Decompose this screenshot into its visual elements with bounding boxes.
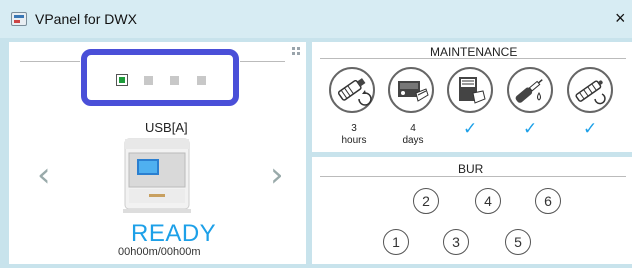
air-hose-icon[interactable] [567, 67, 613, 113]
window-title: VPanel for DWX [35, 11, 137, 27]
maintenance-value: 4 [410, 123, 416, 134]
bur-title: BUR [458, 162, 484, 176]
divider [320, 176, 626, 177]
divider [240, 61, 285, 62]
device-slot-3[interactable] [170, 76, 179, 85]
close-button[interactable]: × [615, 8, 626, 28]
maintenance-unit: hours [341, 135, 367, 146]
next-device-arrow[interactable]: › [270, 155, 284, 195]
device-slot-1[interactable] [116, 74, 128, 86]
maintenance-unit: days [402, 135, 424, 146]
bur-position-button[interactable]: 6 [535, 188, 561, 214]
device-selection-highlight [81, 49, 239, 106]
bur-position-button[interactable]: 5 [505, 229, 531, 255]
bur-position-button[interactable]: 4 [475, 188, 501, 214]
check-icon: ✓ [583, 119, 598, 138]
dust-collector-icon[interactable] [447, 67, 493, 113]
maintenance-title: MAINTENANCE [430, 45, 518, 59]
bur-position-button[interactable]: 3 [443, 229, 469, 255]
spindle-rotation-icon[interactable] [329, 67, 375, 113]
check-icon: ✓ [463, 119, 478, 138]
maintenance-value: 3 [351, 123, 357, 134]
milling-bur-icon[interactable] [507, 67, 553, 113]
title-bar: VPanel for DWX × [0, 0, 632, 38]
milling-machine-image [123, 138, 191, 213]
device-slot-2[interactable] [144, 76, 153, 85]
app-icon [11, 12, 27, 26]
bur-position-button[interactable]: 2 [413, 188, 439, 214]
device-slot-4[interactable] [197, 76, 206, 85]
machine-cleaning-icon[interactable] [388, 67, 434, 113]
check-icon: ✓ [523, 119, 538, 138]
status-text: READY [131, 220, 217, 247]
divider [20, 61, 80, 62]
bur-position-button[interactable]: 1 [383, 229, 409, 255]
device-port-label: USB[A] [145, 120, 188, 135]
prev-device-arrow[interactable]: ‹ [37, 155, 51, 195]
grid-view-icon[interactable] [292, 47, 300, 55]
timer-text: 00h00m/00h00m [118, 246, 201, 258]
